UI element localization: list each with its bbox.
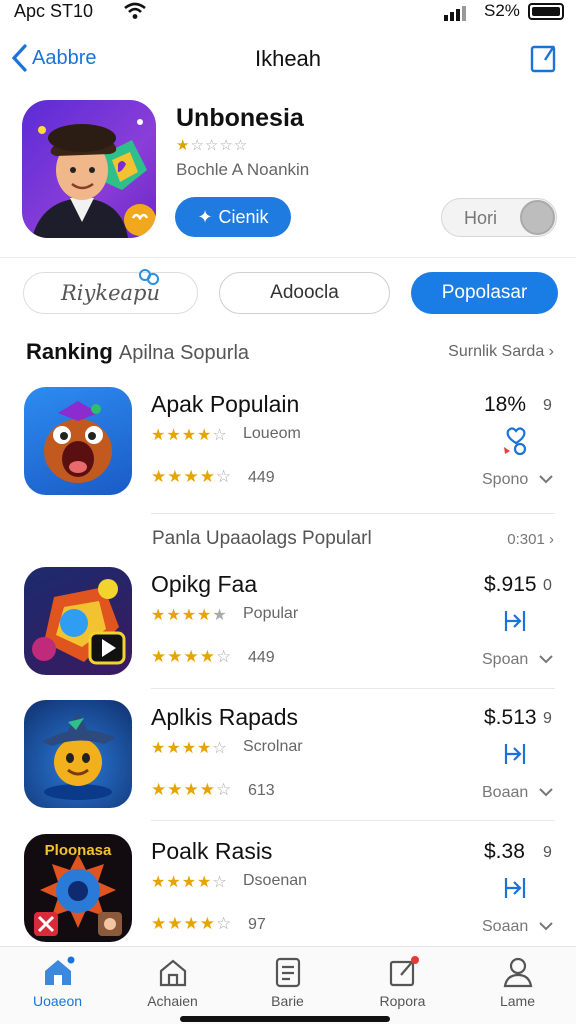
rating-count: 449 (248, 469, 275, 486)
battery-percent: S2% (484, 1, 520, 20)
app-icon: Ploonasa (24, 834, 132, 942)
rating-stars: ★★★★★ (151, 607, 228, 624)
app-price: $.915 (484, 573, 537, 596)
chevron-down-icon[interactable] (538, 473, 554, 485)
monster-illustration (44, 401, 112, 483)
tab-apps[interactable]: Barie (230, 955, 345, 1009)
link-badge-icon (139, 269, 159, 285)
list-item[interactable]: Opikg Faa ★★★★★ Popular ★★★★☆ 449 $.915 … (0, 567, 576, 687)
app-name: Unbonesia (176, 104, 304, 132)
rating-stars-secondary: ★★★★☆ (151, 914, 233, 933)
compose-icon[interactable] (528, 42, 560, 74)
chevron-down-icon[interactable] (538, 786, 554, 798)
chevron-down-icon[interactable] (538, 920, 554, 932)
app-price: $.513 (484, 706, 537, 729)
rating-stars: ★★★★☆ (151, 427, 228, 444)
download-icon[interactable] (500, 605, 530, 637)
app-icon (24, 700, 132, 808)
app-category: Dsoenan (243, 872, 308, 889)
game-art-illustration (32, 579, 126, 665)
subsection-title: Panla Upaaolags Popularl (152, 528, 372, 549)
status-time: Apc ST10 (14, 1, 94, 21)
rating-stars-secondary: ★★★★☆ (151, 647, 233, 666)
tab-today[interactable]: Uoaeon (0, 955, 115, 1009)
price-suffix: 0 (543, 577, 552, 594)
heart-link-icon[interactable] (500, 425, 530, 457)
rating-stars: ★★★★☆ (151, 740, 228, 757)
rating-count: 613 (248, 782, 275, 799)
get-button[interactable]: ✦ Cienik (175, 197, 291, 237)
app-title: Aplkis Rapads (151, 704, 299, 730)
more-label: Boaan (482, 784, 529, 801)
price-suffix: 9 (543, 844, 552, 861)
divider (151, 820, 555, 821)
mascot-illustration (42, 712, 116, 800)
more-label: Spoan (482, 651, 529, 668)
tab-bar: Uoaeon Achaien Barie Ropora Lame (0, 946, 576, 1024)
tab-games[interactable]: Achaien (115, 955, 230, 1009)
app-title: Opikg Faa (151, 571, 258, 597)
person-icon (503, 957, 532, 988)
home-icon (44, 956, 74, 985)
app-category: Scrolnar (243, 738, 303, 755)
chevron-down-icon[interactable] (538, 653, 554, 665)
rating-stars: ★★★★☆ (151, 874, 228, 891)
hero-toggle[interactable]: Hori (441, 198, 557, 237)
app-title: Poalk Rasis (151, 838, 273, 864)
download-icon[interactable] (500, 738, 530, 770)
app-category: Popular (243, 605, 299, 622)
rating-count: 449 (248, 649, 275, 666)
tab-updates[interactable]: Ropora (345, 955, 460, 1009)
filter-chip-3[interactable]: Popolasar (411, 272, 558, 314)
hero-subtitle: Bochle A Noankin (176, 160, 310, 179)
wifi-icon (124, 2, 146, 19)
app-price: 18% (484, 393, 527, 416)
tab-profile[interactable]: Lame (460, 955, 575, 1009)
compose-icon (389, 956, 419, 987)
hero-character-illustration (32, 119, 156, 238)
app-icon (24, 567, 132, 675)
section-header: Ranking Apilna Sopurla (26, 339, 250, 364)
app-category: Loueom (243, 425, 301, 442)
signal-icon (444, 6, 466, 21)
subsection-meta[interactable]: 0:301 › (507, 531, 554, 548)
download-icon[interactable] (500, 872, 530, 904)
divider (151, 513, 555, 514)
divider (151, 688, 555, 689)
list-item[interactable]: Ploonasa Poalk Rasis ★★★★☆ Dsoenan ★★★★☆… (0, 834, 576, 954)
more-label: Spono (482, 471, 529, 488)
document-icon (275, 957, 300, 988)
filter-chip-2[interactable]: Adoocla (219, 272, 390, 314)
rating-count: 97 (248, 916, 266, 933)
more-label: Soaan (482, 918, 529, 935)
price-suffix: 9 (543, 710, 552, 727)
house-outline-icon (159, 959, 186, 987)
list-item[interactable]: Apak Populain ★★★★☆ Loueom ★★★★☆ 449 18%… (0, 387, 576, 507)
filter-chip-1[interactable]: Riykeapu (23, 272, 198, 314)
app-title: Apak Populain (151, 391, 300, 417)
app-icon (24, 387, 132, 495)
hero-rating: ★☆☆☆☆ (176, 137, 249, 154)
see-all-link[interactable]: Surnlik Sarda › (448, 343, 554, 361)
icon-caption: Ploonasa (44, 842, 112, 859)
home-indicator (180, 1016, 390, 1022)
price-suffix: 9 (543, 397, 552, 414)
sparkle-icon: ✦ (197, 206, 213, 227)
list-item[interactable]: Aplkis Rapads ★★★★☆ Scrolnar ★★★★☆ 613 $… (0, 700, 576, 820)
hero-app-icon[interactable] (22, 100, 156, 238)
page-title: Ikheah (254, 46, 322, 71)
rating-stars-secondary: ★★★★☆ (151, 780, 233, 799)
battery-icon (528, 3, 564, 20)
toggle-knob (520, 200, 555, 235)
divider (0, 257, 576, 258)
toggle-label: Hori (464, 208, 498, 228)
app-price: $.38 (484, 840, 525, 863)
rating-stars-secondary: ★★★★☆ (151, 467, 233, 486)
status-bar: Apc ST10 S2% (0, 0, 576, 26)
